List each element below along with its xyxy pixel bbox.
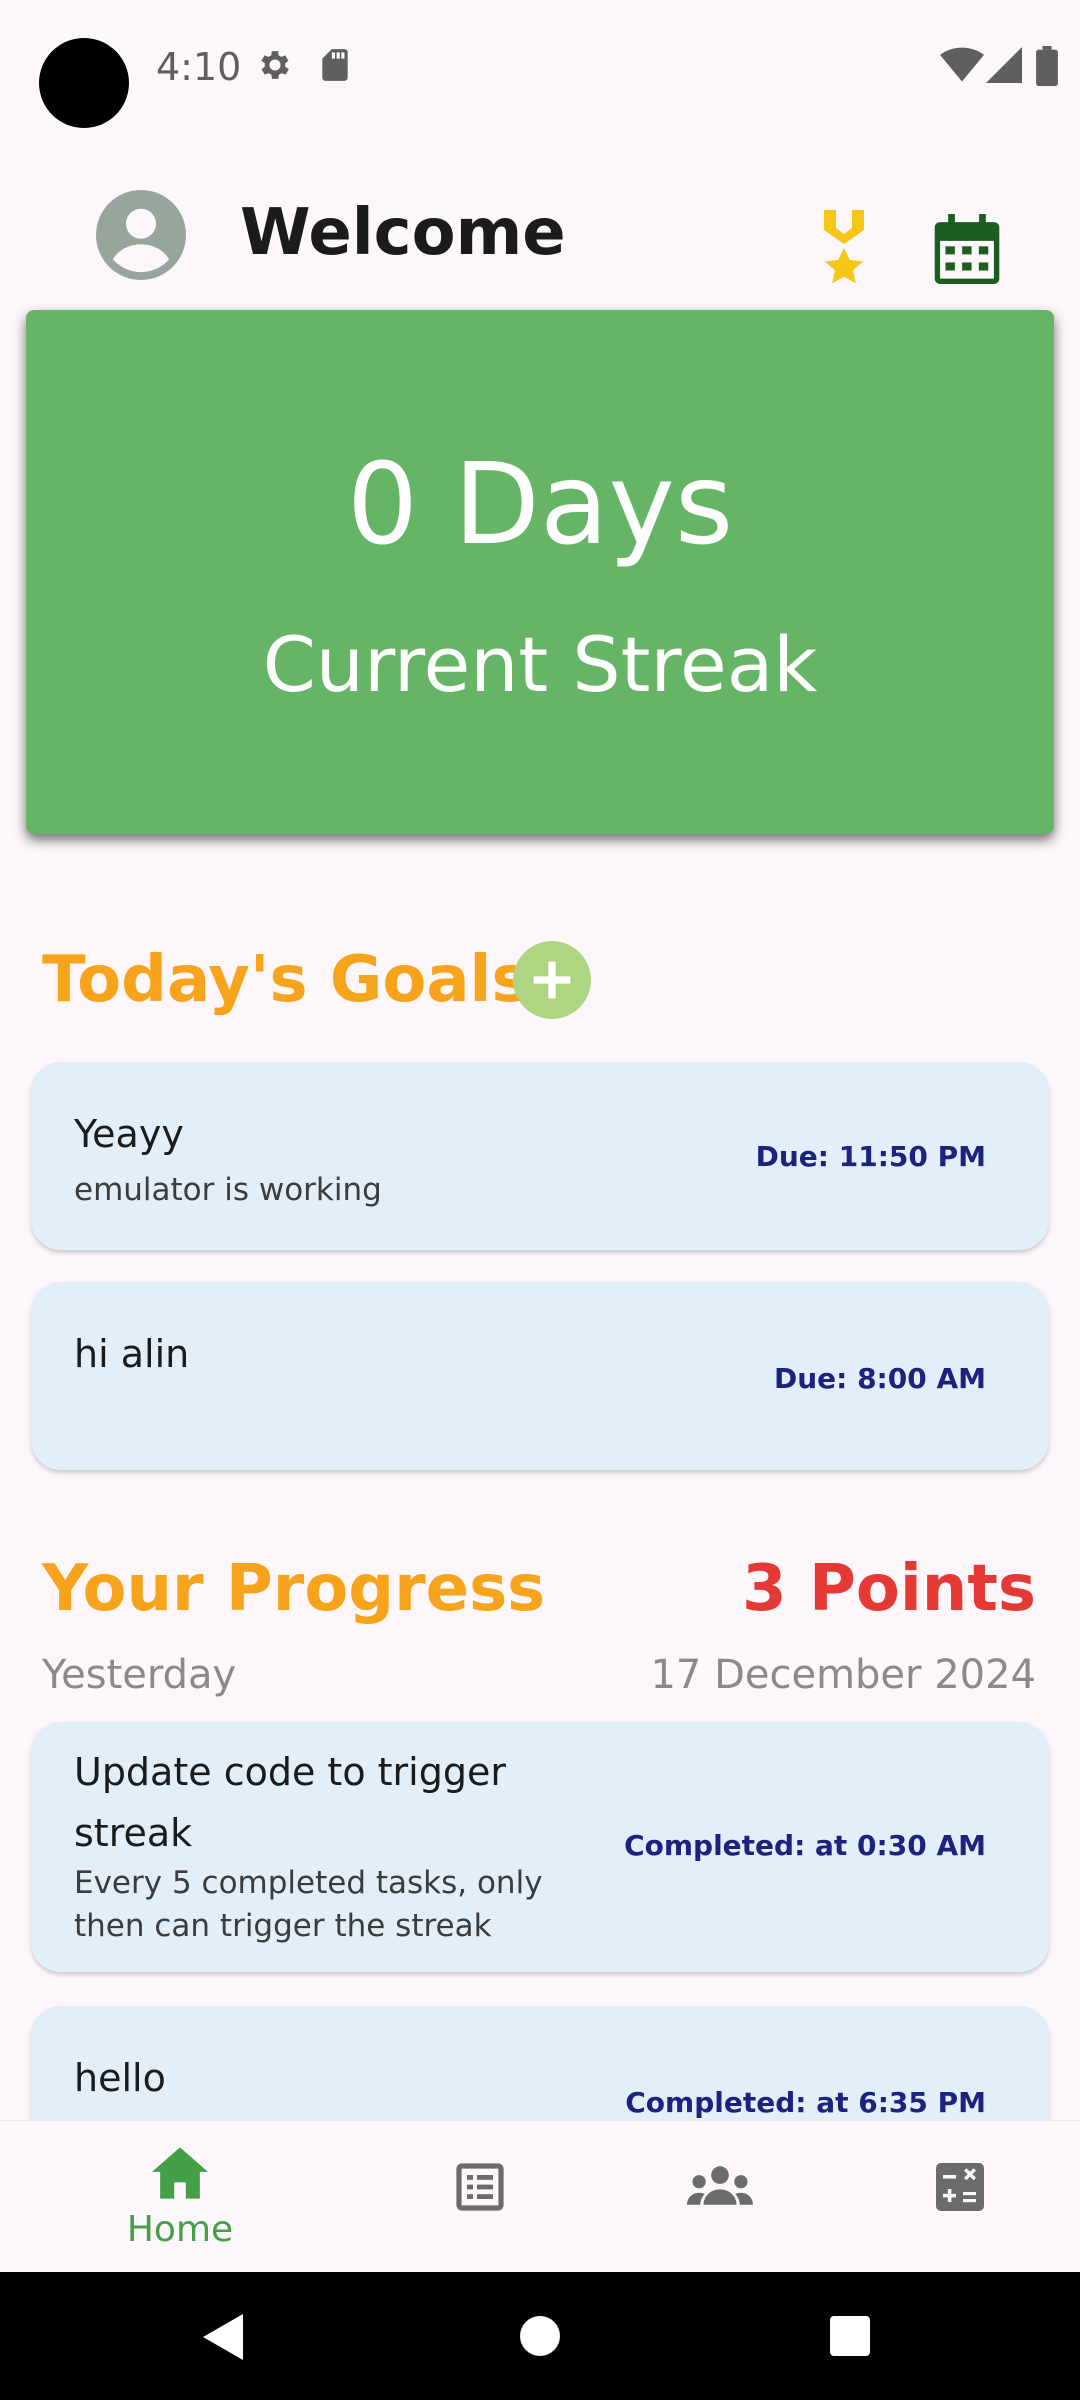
sd-card-icon xyxy=(322,49,348,81)
page-title: Welcome xyxy=(240,196,566,270)
progress-date: 17 December 2024 xyxy=(650,1652,1036,1698)
medal-icon[interactable] xyxy=(818,210,870,286)
home-icon xyxy=(152,2147,208,2199)
streak-label: Current Streak xyxy=(262,620,818,709)
progress-item-description-line2: then can trigger the streak xyxy=(74,1908,492,1944)
points-total: 3 Points xyxy=(742,1552,1036,1626)
calendar-icon[interactable] xyxy=(934,214,1000,284)
goal-title: Yeayy xyxy=(74,1112,184,1156)
nav-home-label: Home xyxy=(126,2209,234,2250)
progress-day-label: Yesterday xyxy=(42,1652,237,1698)
settings-icon xyxy=(261,51,289,79)
system-nav-bar xyxy=(0,2272,1080,2400)
progress-item-title-line1: Update code to trigger xyxy=(74,1750,506,1794)
camera-cutout xyxy=(39,38,129,128)
progress-item-completed: Completed: at 0:30 AM xyxy=(624,1829,986,1862)
progress-item-description-line1: Every 5 completed tasks, only xyxy=(74,1865,543,1901)
wifi-icon xyxy=(940,47,984,82)
goals-title: Today's Goals xyxy=(42,943,530,1017)
goal-due: Due: 8:00 AM xyxy=(773,1362,986,1395)
battery-icon xyxy=(1036,46,1058,86)
add-icon xyxy=(533,961,571,999)
nav-community[interactable] xyxy=(660,2121,780,2273)
progress-title: Your Progress xyxy=(42,1552,546,1626)
goal-card[interactable]: Yeayy emulator is working Due: 11:50 PM xyxy=(31,1062,1049,1250)
calculator-icon xyxy=(936,2163,984,2211)
list-icon xyxy=(456,2163,504,2211)
status-time: 4:10 xyxy=(156,45,242,89)
people-icon xyxy=(687,2166,753,2205)
progress-item-title-line2: streak xyxy=(74,1811,193,1855)
goal-card[interactable]: hi alin Due: 8:00 AM xyxy=(31,1282,1049,1470)
goal-due: Due: 11:50 PM xyxy=(755,1140,986,1173)
goal-description: emulator is working xyxy=(74,1172,382,1208)
progress-item-completed: Completed: at 6:35 PM xyxy=(625,2086,986,2119)
avatar-icon[interactable] xyxy=(96,190,186,280)
home-circle-icon[interactable] xyxy=(520,2316,560,2356)
progress-card[interactable]: Update code to trigger streak Every 5 co… xyxy=(31,1722,1049,1972)
add-goal-button[interactable] xyxy=(513,941,591,1019)
goal-title: hi alin xyxy=(74,1332,190,1376)
recents-icon[interactable] xyxy=(830,2316,870,2356)
streak-card: 0 Days Current Streak xyxy=(26,310,1054,834)
back-icon[interactable] xyxy=(203,2314,243,2360)
bottom-nav: Home xyxy=(0,2120,1080,2273)
progress-item-title: hello xyxy=(74,2056,166,2100)
status-bar: 4:10 xyxy=(0,0,1080,135)
nav-list[interactable] xyxy=(420,2121,540,2273)
nav-calculator[interactable] xyxy=(900,2121,1020,2273)
nav-home[interactable]: Home xyxy=(80,2121,280,2273)
signal-icon xyxy=(986,47,1022,83)
streak-days: 0 Days xyxy=(346,440,734,570)
